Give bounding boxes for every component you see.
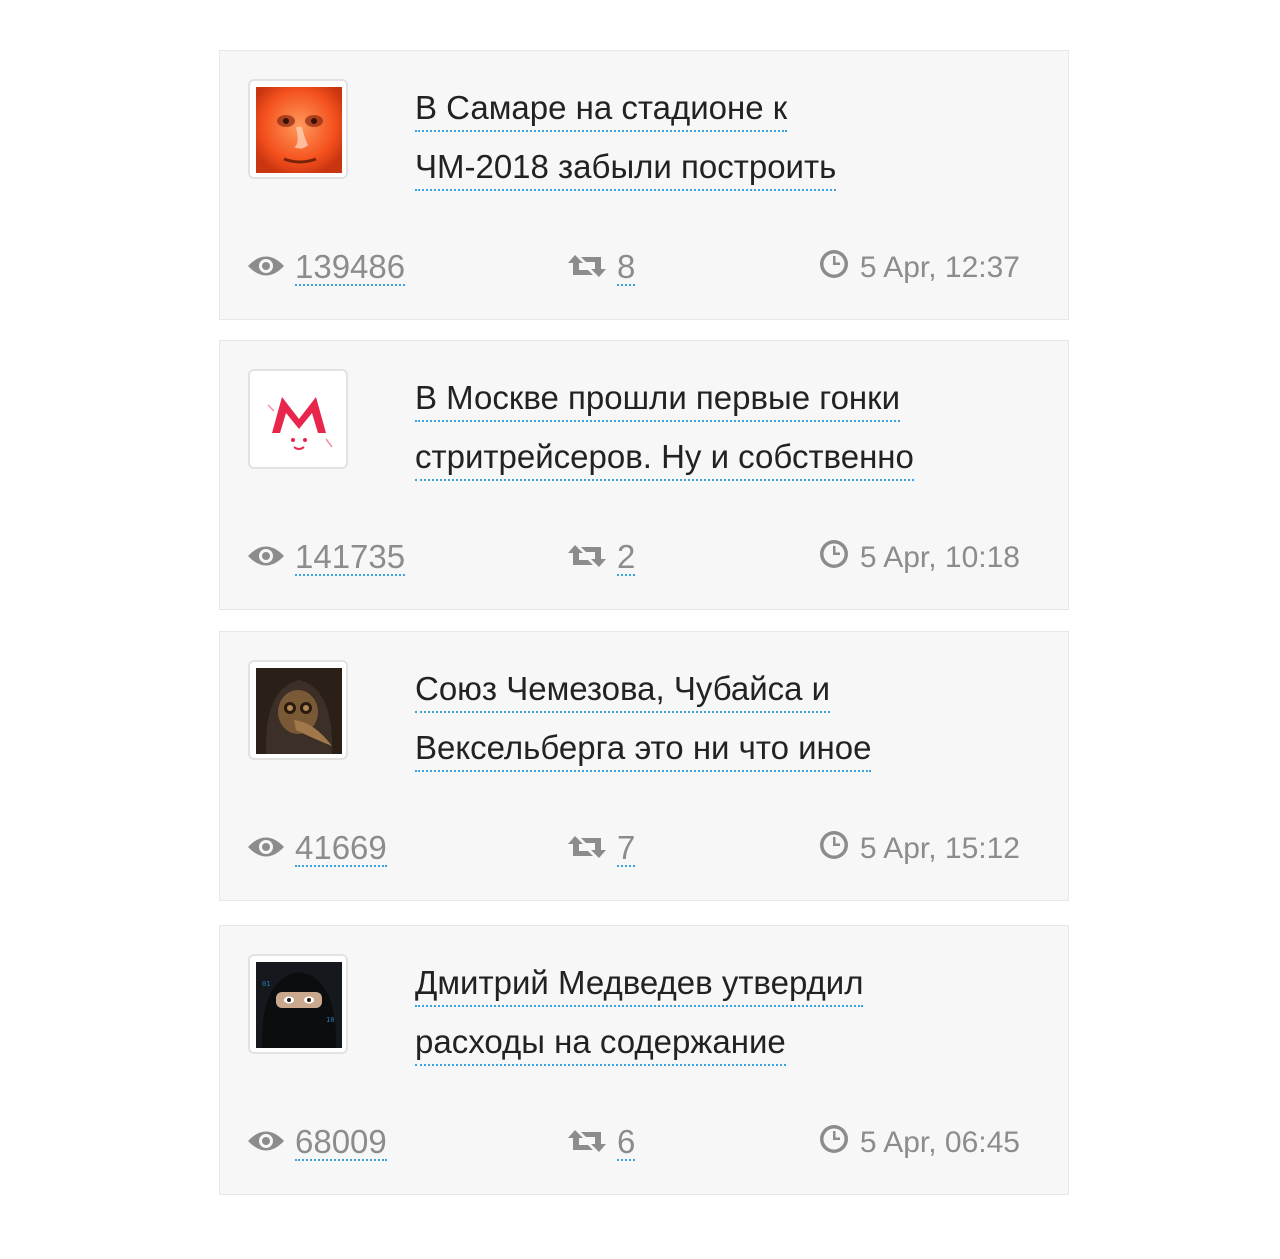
views-counter: 41669 [247, 829, 387, 869]
views-counter: 139486 [247, 248, 406, 288]
post-card: 01 10 Дмитрий Медведев утвердил расходы … [219, 925, 1069, 1195]
reposts-counter: 8 [567, 248, 636, 288]
masked-person-avatar: 01 10 [256, 962, 342, 1048]
avatar[interactable] [248, 79, 348, 179]
repost-icon [567, 1124, 607, 1162]
reposts-count[interactable]: 2 [617, 540, 636, 576]
reposts-counter: 7 [567, 829, 636, 869]
m-logo-avatar [256, 377, 342, 463]
post-title-link[interactable]: В Москве прошли первые гонки стритрейсер… [415, 371, 1015, 489]
plague-doctor-avatar [256, 668, 342, 754]
reposts-count[interactable]: 8 [617, 250, 636, 286]
eye-icon [247, 539, 285, 577]
post-time: 5 Apr, 06:45 [810, 1123, 1020, 1163]
post-timestamp: 5 Apr, 12:37 [859, 251, 1020, 284]
post-title-link[interactable]: В Самаре на стадионе к ЧМ-2018 забыли по… [415, 81, 1015, 199]
clock-icon [818, 1123, 850, 1163]
views-count[interactable]: 141735 [295, 540, 406, 576]
repost-icon [567, 830, 607, 868]
photo-avatar-red-face [256, 87, 342, 173]
post-card: В Самаре на стадионе к ЧМ-2018 забыли по… [219, 50, 1069, 320]
reposts-count[interactable]: 7 [617, 831, 636, 867]
post-title-link[interactable]: Дмитрий Медведев утвердил расходы на сод… [415, 956, 1015, 1074]
views-counter: 141735 [247, 538, 406, 578]
post-card: Союз Чемезова, Чубайса и Вексельберга эт… [219, 631, 1069, 901]
clock-icon [818, 248, 850, 288]
avatar[interactable]: 01 10 [248, 954, 348, 1054]
post-time: 5 Apr, 12:37 [810, 248, 1020, 288]
post-time: 5 Apr, 10:18 [810, 538, 1020, 578]
views-count[interactable]: 68009 [295, 1125, 387, 1161]
post-timestamp: 5 Apr, 06:45 [859, 1126, 1020, 1159]
post-title-line[interactable]: расходы на содержание [415, 1020, 786, 1066]
avatar[interactable] [248, 369, 348, 469]
eye-icon [247, 830, 285, 868]
post-timestamp: 5 Apr, 15:12 [859, 832, 1020, 865]
views-count[interactable]: 41669 [295, 831, 387, 867]
reposts-count[interactable]: 6 [617, 1125, 636, 1161]
post-title-line[interactable]: В Москве прошли первые гонки [415, 376, 901, 422]
repost-icon [567, 249, 607, 287]
post-title-line[interactable]: Дмитрий Медведев утвердил [415, 961, 864, 1007]
svg-text:01: 01 [262, 980, 270, 988]
post-time: 5 Apr, 15:12 [810, 829, 1020, 869]
clock-icon [818, 538, 850, 578]
views-counter: 68009 [247, 1123, 387, 1163]
post-title-link[interactable]: Союз Чемезова, Чубайса и Вексельберга эт… [415, 662, 1015, 780]
clock-icon [818, 829, 850, 869]
post-title-line[interactable]: Союз Чемезова, Чубайса и [415, 667, 831, 713]
reposts-counter: 6 [567, 1123, 636, 1163]
post-title-line[interactable]: стритрейсеров. Ну и собственно [415, 435, 914, 481]
views-count[interactable]: 139486 [295, 250, 406, 286]
post-timestamp: 5 Apr, 10:18 [859, 541, 1020, 574]
post-card: В Москве прошли первые гонки стритрейсер… [219, 340, 1069, 610]
reposts-counter: 2 [567, 538, 636, 578]
post-title-line[interactable]: ЧМ-2018 забыли построить [415, 145, 837, 191]
eye-icon [247, 1124, 285, 1162]
svg-text:10: 10 [326, 1016, 334, 1024]
eye-icon [247, 249, 285, 287]
post-title-line[interactable]: Вексельберга это ни что иное [415, 726, 872, 772]
repost-icon [567, 539, 607, 577]
post-title-line[interactable]: В Самаре на стадионе к [415, 86, 788, 132]
avatar[interactable] [248, 660, 348, 760]
